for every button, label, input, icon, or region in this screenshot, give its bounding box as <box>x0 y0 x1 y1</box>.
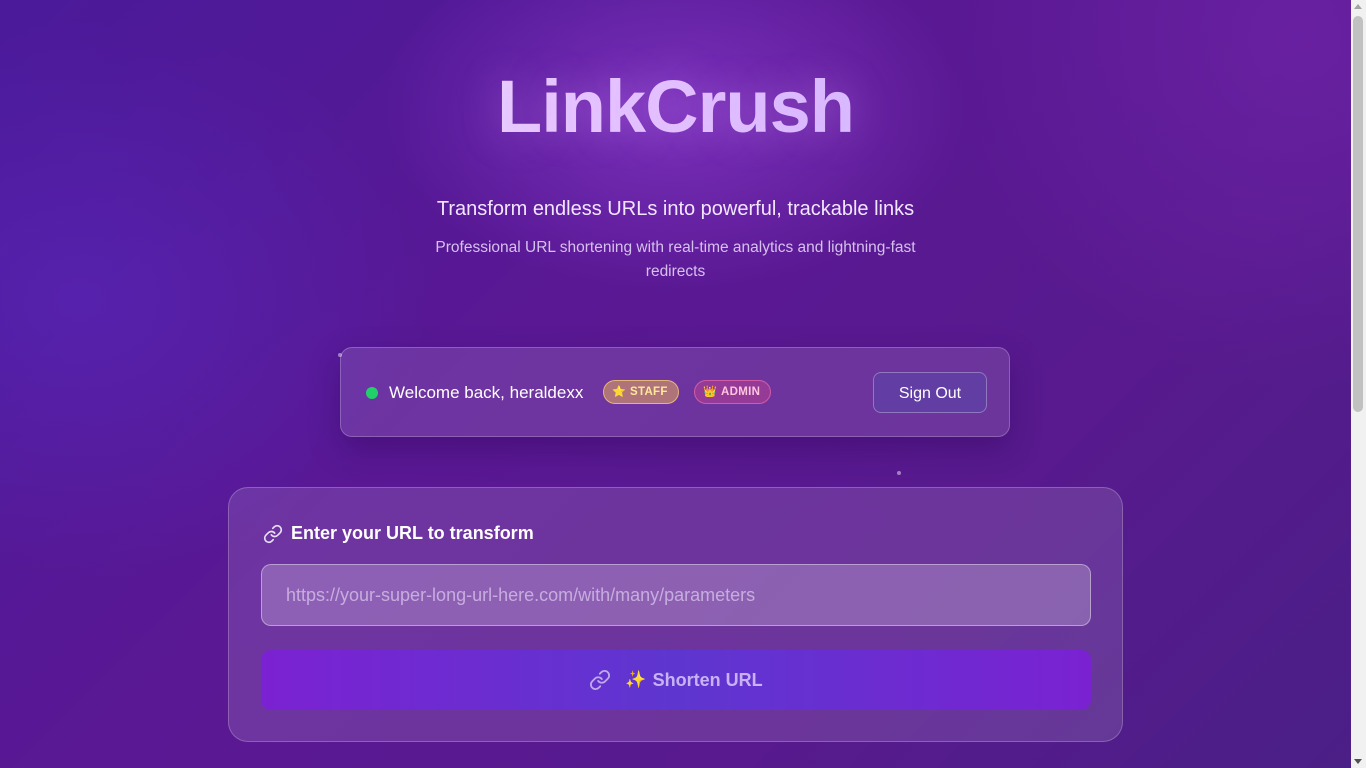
tagline: Transform endless URLs into powerful, tr… <box>436 198 915 220</box>
scroll-down-icon[interactable] <box>1354 759 1362 764</box>
decorative-dot <box>338 353 342 357</box>
decorative-dot <box>897 471 901 475</box>
staff-badge: ⭐ STAFF <box>603 380 679 404</box>
link-icon <box>263 524 283 544</box>
app-logo: LinkCrush <box>0 64 1351 149</box>
shorten-url-label: Shorten URL <box>652 669 763 690</box>
shorten-url-button[interactable]: ✨ Shorten URL <box>261 650 1091 710</box>
link-icon <box>589 669 611 691</box>
admin-badge: 👑 ADMIN <box>694 380 772 404</box>
sparkle-icon: ✨ <box>625 670 647 689</box>
welcome-card: Welcome back, heraldexx ⭐ STAFF 👑 ADMIN Si… <box>340 347 1010 437</box>
scrollbar-thumb[interactable] <box>1353 16 1363 412</box>
subtagline: Professional URL shortening with real-ti… <box>435 239 916 280</box>
staff-badge-label: STAFF <box>630 386 668 398</box>
crown-icon: 👑 <box>703 386 717 398</box>
online-status-icon <box>366 387 378 399</box>
url-form-label: Enter your URL to transform <box>291 523 534 543</box>
url-input[interactable] <box>261 564 1091 626</box>
welcome-message: Welcome back, heraldexx <box>389 383 584 402</box>
url-form-card: Enter your URL to transform ✨ Shorten UR… <box>228 487 1123 742</box>
vertical-scrollbar[interactable] <box>1351 0 1366 768</box>
star-icon: ⭐ <box>612 386 626 398</box>
admin-badge-label: ADMIN <box>721 386 761 398</box>
url-form-heading: Enter your URL to transform <box>263 523 534 544</box>
sign-out-button[interactable]: Sign Out <box>873 372 987 413</box>
scroll-up-icon[interactable] <box>1354 4 1362 9</box>
